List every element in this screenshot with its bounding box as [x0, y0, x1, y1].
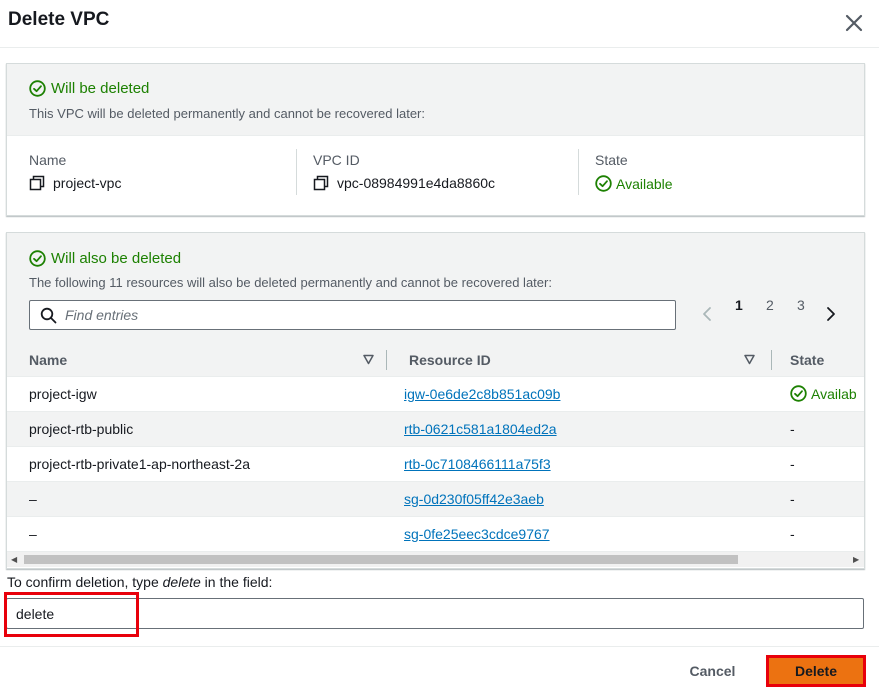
resources-panel-status: Will also be deleted: [29, 250, 181, 267]
table-header-row: Name Resource ID State: [7, 344, 864, 377]
vpc-panel-status: Will be deleted: [29, 80, 149, 97]
vpc-panel-description: This VPC will be deleted permanently and…: [29, 106, 425, 121]
resource-id-cell: igw-0e6de2c8b851ac09b: [387, 376, 772, 412]
resource-id-cell: rtb-0621c581a1804ed2a: [387, 411, 772, 447]
resource-id-cell: sg-0d230f05ff42e3aeb: [387, 481, 772, 517]
search-input[interactable]: [65, 307, 665, 323]
column-header-label: Name: [29, 351, 68, 368]
page-2-button[interactable]: 2: [766, 297, 774, 313]
status-success-icon: [29, 250, 46, 267]
resources-panel-description: The following 11 resources will also be …: [29, 275, 552, 290]
dialog-title: Delete VPC: [8, 9, 110, 30]
header-divider: [0, 47, 879, 48]
vpc-name-field: Name project-vpc: [29, 152, 121, 191]
resources-panel-title: Will also be deleted: [51, 250, 182, 267]
resource-id-link[interactable]: igw-0e6de2c8b851ac09b: [404, 386, 560, 402]
resource-state: -: [772, 446, 864, 482]
scroll-right-arrow-icon[interactable]: ▶: [853, 555, 859, 564]
vpc-id-value: vpc-08984991e4da8860c: [337, 175, 496, 191]
sort-icon[interactable]: [363, 354, 374, 365]
column-header-label: Resource ID: [409, 351, 491, 368]
resource-id-cell: rtb-0c7108466111a75f3: [387, 446, 772, 482]
column-header-resource-id[interactable]: Resource ID: [387, 344, 772, 377]
table-row: project-rtb-public rtb-0621c581a1804ed2a…: [7, 411, 864, 447]
find-entries-search[interactable]: [29, 300, 676, 330]
resources-panel-header: Will also be deleted The following 11 re…: [7, 233, 864, 344]
vpc-state-field: State Available: [595, 152, 673, 192]
resource-name: –: [7, 481, 387, 517]
sort-icon[interactable]: [744, 354, 755, 365]
status-success-icon: [790, 385, 807, 402]
vpc-panel-header: Will be deleted This VPC will be deleted…: [7, 64, 864, 136]
table-row: project-igw igw-0e6de2c8b851ac09b Availa…: [7, 376, 864, 412]
vpc-id-label: VPC ID: [313, 152, 360, 168]
resource-state-text: Availab: [811, 385, 857, 402]
resource-name: project-igw: [7, 376, 387, 412]
vpc-id-value-row: vpc-08984991e4da8860c: [313, 175, 495, 191]
scrollbar-thumb[interactable]: [24, 555, 738, 564]
column-header-label: State: [790, 351, 825, 368]
column-divider: [578, 149, 579, 195]
resource-state-cell: Availab: [772, 376, 864, 412]
confirm-label-keyword: delete: [162, 574, 201, 590]
delete-button-highlight: Delete: [766, 655, 866, 687]
confirm-label-suffix: in the field:: [200, 574, 273, 590]
resource-name: project-rtb-public: [7, 411, 387, 447]
resource-id-link[interactable]: rtb-0621c581a1804ed2a: [404, 421, 557, 437]
resource-state: Availab: [790, 385, 864, 402]
copy-icon[interactable]: [29, 175, 45, 191]
chevron-left-icon[interactable]: [701, 306, 713, 322]
column-divider: [296, 149, 297, 195]
resource-state: -: [772, 411, 864, 447]
column-header-state[interactable]: State: [772, 344, 864, 377]
chevron-right-icon[interactable]: [825, 306, 837, 322]
vpc-state-label: State: [595, 152, 628, 168]
resource-id-link[interactable]: sg-0d230f05ff42e3aeb: [404, 491, 544, 507]
search-icon: [40, 307, 57, 323]
status-success-icon: [595, 175, 612, 192]
resource-state: -: [772, 516, 864, 552]
vpc-panel-title: Will be deleted: [51, 80, 150, 97]
table-row: – sg-0fe25eec3cdce9767 -: [7, 516, 864, 552]
status-success-icon: [29, 80, 46, 97]
horizontal-scrollbar[interactable]: ◀ ▶: [7, 552, 864, 567]
vpc-name-label: Name: [29, 152, 67, 168]
footer-divider: [0, 646, 879, 647]
page-1-button[interactable]: 1: [735, 297, 743, 313]
resource-id-link[interactable]: sg-0fe25eec3cdce9767: [404, 526, 550, 542]
column-header-name[interactable]: Name: [7, 344, 387, 377]
resources-table: Name Resource ID State project-igw igw-0…: [7, 344, 864, 552]
resource-name: –: [7, 516, 387, 552]
close-icon[interactable]: [843, 12, 865, 34]
table-row: project-rtb-private1-ap-northeast-2a rtb…: [7, 446, 864, 482]
confirm-label-prefix: To confirm deletion, type: [7, 574, 163, 590]
vpc-id-field: VPC ID vpc-08984991e4da8860c: [313, 152, 495, 191]
delete-button[interactable]: Delete: [769, 658, 863, 684]
resource-state: -: [772, 481, 864, 517]
vpc-name-value-row: project-vpc: [29, 175, 121, 191]
resource-name: project-rtb-private1-ap-northeast-2a: [7, 446, 387, 482]
vpc-state-value: Available: [616, 175, 673, 192]
resource-id-link[interactable]: rtb-0c7108466111a75f3: [404, 456, 551, 472]
page-3-button[interactable]: 3: [797, 297, 805, 313]
resources-panel: Will also be deleted The following 11 re…: [6, 232, 865, 569]
scroll-left-arrow-icon[interactable]: ◀: [11, 555, 17, 564]
vpc-state-value-row: Available: [595, 175, 673, 192]
copy-icon[interactable]: [313, 175, 329, 191]
vpc-name-value: project-vpc: [53, 175, 122, 191]
table-row: – sg-0d230f05ff42e3aeb -: [7, 481, 864, 517]
confirm-delete-input[interactable]: [6, 598, 864, 629]
confirm-label: To confirm deletion, type delete in the …: [7, 574, 272, 590]
vpc-panel: Will be deleted This VPC will be deleted…: [6, 63, 865, 216]
resource-id-cell: sg-0fe25eec3cdce9767: [387, 516, 772, 552]
cancel-button[interactable]: Cancel: [675, 660, 750, 682]
